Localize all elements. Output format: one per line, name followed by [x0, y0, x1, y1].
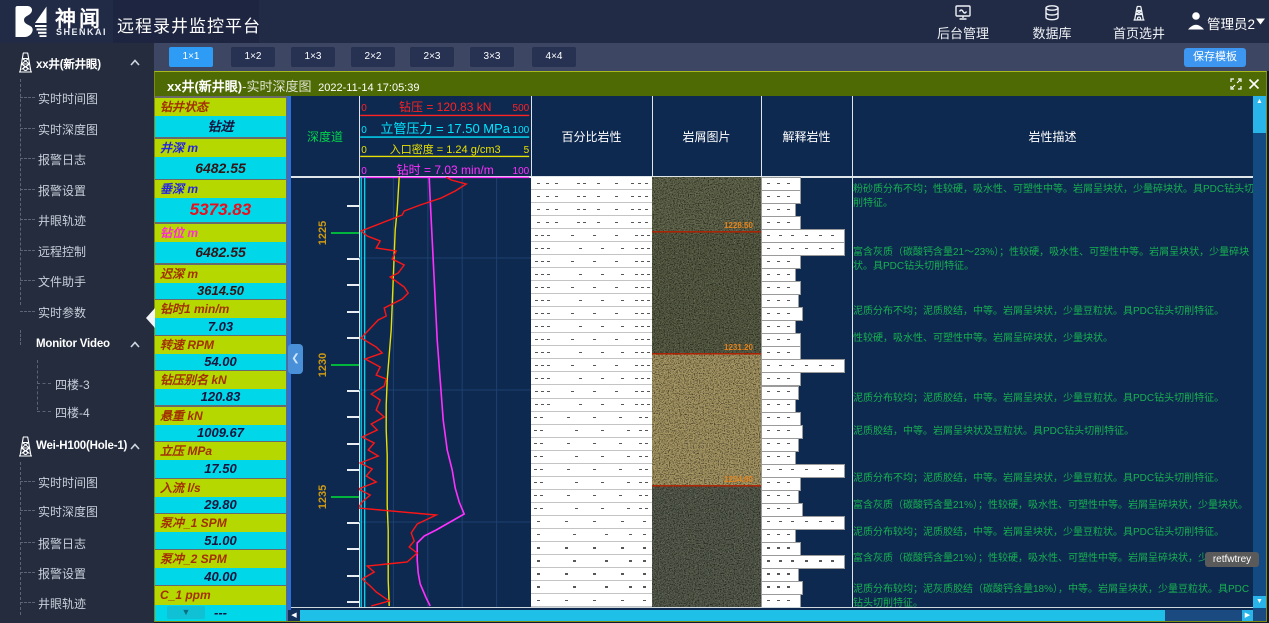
svg-text:1228.50: 1228.50 — [724, 221, 753, 230]
svg-text:0: 0 — [361, 145, 367, 156]
svg-text:100: 100 — [513, 125, 530, 136]
svg-text:100: 100 — [513, 166, 530, 177]
svg-text:5: 5 — [524, 145, 530, 156]
svg-text:0: 0 — [361, 103, 367, 114]
svg-text:钻时 = 7.03 min/m: 钻时 = 7.03 min/m — [397, 162, 494, 177]
svg-text:1234.00: 1234.00 — [724, 475, 753, 484]
svg-text:0: 0 — [361, 166, 367, 177]
svg-text:入口密度 = 1.24 g/cm3: 入口密度 = 1.24 g/cm3 — [390, 142, 501, 156]
svg-text:1231.20: 1231.20 — [724, 343, 753, 352]
svg-text:立管压力 = 17.50 MPa: 立管压力 = 17.50 MPa — [380, 121, 510, 136]
svg-text:500: 500 — [513, 103, 530, 114]
svg-text:钻压 = 120.83 kN: 钻压 = 120.83 kN — [399, 99, 491, 114]
svg-text:0: 0 — [361, 125, 367, 136]
